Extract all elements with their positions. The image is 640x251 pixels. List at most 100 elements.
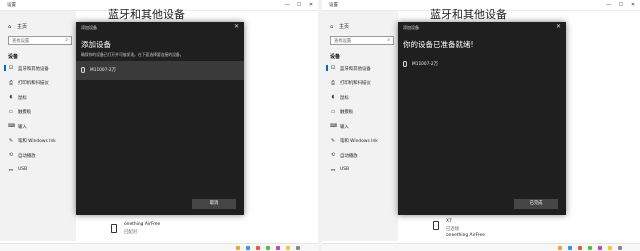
- device-name: X7: [446, 219, 452, 224]
- sidebar-item[interactable]: ◖ 鼠标: [0, 92, 76, 102]
- mouse-icon: [81, 67, 85, 73]
- window-title: 设置: [329, 3, 338, 8]
- device-row-name: M11007-2万: [90, 68, 116, 73]
- tray-icon[interactable]: [608, 246, 612, 250]
- tray-icon[interactable]: [618, 246, 622, 250]
- autoplay-icon: ⟲: [330, 152, 336, 158]
- search-placeholder: 查找设置: [12, 39, 30, 44]
- sidebar-item[interactable]: ⊡ 蓝牙和其他设备: [322, 63, 398, 73]
- dialog-title: 添加设备: [81, 25, 97, 30]
- bluetooth-icon: ⊡: [8, 65, 14, 71]
- sidebar-item-label: 输入: [340, 124, 349, 130]
- page-title: 蓝牙和其他设备: [430, 8, 507, 21]
- sidebar: ⌂ 主页 查找设置 ⌕ 设备 ⊡ 蓝牙和其他设备 ⎙ 打印机和扫描仪 ◖ 鼠标 ▭ 触摸板 ⌨ 输入…: [0, 11, 76, 241]
- tray-icon[interactable]: [286, 246, 290, 250]
- bluetooth-icon: ⊡: [330, 65, 336, 71]
- tray-icon[interactable]: [256, 246, 260, 250]
- phone-icon: [433, 221, 439, 230]
- autoplay-icon: ⟲: [8, 152, 14, 158]
- tray-icon[interactable]: [578, 246, 582, 250]
- minimize-button[interactable]: —: [604, 2, 614, 8]
- sidebar-item-label: 笔和 Windows Ink: [18, 139, 56, 144]
- sidebar-item-label: 自动播放: [340, 153, 358, 159]
- mouse-icon: ◖: [331, 94, 335, 100]
- sidebar: ⌂ 主页 查找设置 ⌕ 设备 ⊡ 蓝牙和其他设备 ⎙ 打印机和扫描仪 ◖ 鼠标 ▭ 触摸板 ⌨ 输入…: [322, 11, 398, 241]
- home-icon: ⌂: [8, 24, 12, 30]
- keyboard-icon: ⌨: [330, 123, 338, 129]
- device-name: onething AirFree: [124, 222, 161, 227]
- dialog-heading: 添加设备: [81, 40, 111, 49]
- dialog-heading: 你的设备已准备就绪!: [403, 40, 474, 49]
- tray-icon[interactable]: [558, 246, 562, 250]
- tray-icon[interactable]: [296, 246, 300, 250]
- search-input[interactable]: 查找设置 ⌕: [8, 36, 72, 45]
- tray-icon[interactable]: [236, 246, 240, 250]
- home-link[interactable]: ⌂ 主页: [330, 23, 349, 30]
- sidebar-item-label: 笔和 Windows Ink: [340, 139, 378, 144]
- sidebar-item[interactable]: ✎ 笔和 Windows Ink: [0, 136, 76, 146]
- usb-icon: ⏛: [330, 167, 336, 174]
- sidebar-item-label: 打印机和扫描仪: [340, 81, 371, 86]
- add-device-dialog: 添加设备 ✕ 添加设备 确保你的设备已打开并可被发现。在下面选择要连接的设备。 …: [76, 22, 244, 215]
- device-name-2: oneething AirFree: [446, 233, 485, 238]
- sidebar-item-label: 蓝牙和其他设备: [340, 66, 371, 72]
- tray-icon[interactable]: [266, 246, 270, 250]
- device-status: 已配对: [124, 230, 138, 235]
- sidebar-item[interactable]: ⟲ 自动播放: [0, 150, 76, 160]
- minimize-button[interactable]: —: [282, 2, 292, 8]
- search-icon: ⌕: [387, 37, 390, 43]
- phone-icon: [111, 224, 117, 233]
- dialog-close-button[interactable]: ✕: [556, 23, 561, 30]
- sidebar-item-label: 触摸板: [340, 110, 354, 115]
- sidebar-item[interactable]: ⊡ 蓝牙和其他设备: [0, 63, 76, 73]
- sidebar-item[interactable]: ⌨ 输入: [322, 121, 398, 131]
- tray-icon[interactable]: [568, 246, 572, 250]
- device-row[interactable]: M11007-2万: [76, 61, 244, 80]
- device-status: 已连接: [446, 227, 460, 232]
- device-row-name: M11007-2万: [412, 62, 438, 67]
- dialog-close-button[interactable]: ✕: [234, 23, 239, 30]
- sidebar-item-label: 打印机和扫描仪: [18, 81, 49, 86]
- sidebar-item[interactable]: ⟲ 自动播放: [322, 150, 398, 160]
- sidebar-item[interactable]: ⎙ 打印机和扫描仪: [0, 78, 76, 88]
- home-icon: ⌂: [330, 24, 334, 30]
- sidebar-item[interactable]: ▭ 触摸板: [322, 107, 398, 117]
- sidebar-item[interactable]: ⌨ 输入: [0, 121, 76, 131]
- tray-icon[interactable]: [276, 246, 280, 250]
- close-button[interactable]: ✕: [628, 2, 638, 8]
- printer-icon: ⎙: [8, 79, 13, 86]
- sidebar-item-label: 蓝牙和其他设备: [18, 66, 49, 72]
- sidebar-item-label: USB: [340, 167, 350, 172]
- section-title: 设备: [330, 54, 341, 60]
- maximize-button[interactable]: ☐: [616, 2, 626, 8]
- sidebar-item-label: 鼠标: [18, 95, 27, 101]
- tray-icon[interactable]: [588, 246, 592, 250]
- device-row: M11007-2万: [398, 55, 566, 74]
- search-placeholder: 查找设置: [334, 39, 352, 44]
- sidebar-item[interactable]: ⏛ USB: [0, 165, 76, 175]
- home-link[interactable]: ⌂ 主页: [8, 23, 27, 30]
- touchpad-icon: ▭: [8, 108, 14, 115]
- search-icon: ⌕: [65, 37, 68, 43]
- sidebar-item[interactable]: ✎ 笔和 Windows Ink: [322, 136, 398, 146]
- usb-icon: ⏛: [8, 167, 14, 174]
- sidebar-item[interactable]: ▭ 触摸板: [0, 107, 76, 117]
- done-button[interactable]: 已完成: [514, 199, 558, 209]
- tray-icon[interactable]: [598, 246, 602, 250]
- sidebar-item[interactable]: ⎙ 打印机和扫描仪: [322, 78, 398, 88]
- taskbar-strip: [0, 243, 318, 251]
- sidebar-item-label: 自动播放: [18, 153, 36, 159]
- close-button[interactable]: ✕: [306, 2, 316, 8]
- pen-icon: ✎: [8, 137, 14, 144]
- maximize-button[interactable]: ☐: [294, 2, 304, 8]
- cancel-button[interactable]: 取消: [192, 199, 236, 209]
- home-label: 主页: [339, 24, 350, 30]
- sidebar-item[interactable]: ⏛ USB: [322, 165, 398, 175]
- page-title: 蓝牙和其他设备: [108, 8, 185, 21]
- search-input[interactable]: 查找设置 ⌕: [330, 36, 394, 45]
- sidebar-item-label: USB: [18, 167, 28, 172]
- settings-window-left: 设置 — ☐ ✕ ⌂ 主页 查找设置 ⌕ 设备 ⊡ 蓝牙和其他设备 ⎙ 打印机和扫描仪 ◖…: [0, 0, 318, 251]
- mouse-icon: ◖: [9, 94, 13, 100]
- tray-icon[interactable]: [246, 246, 250, 250]
- sidebar-item[interactable]: ◖ 鼠标: [322, 92, 398, 102]
